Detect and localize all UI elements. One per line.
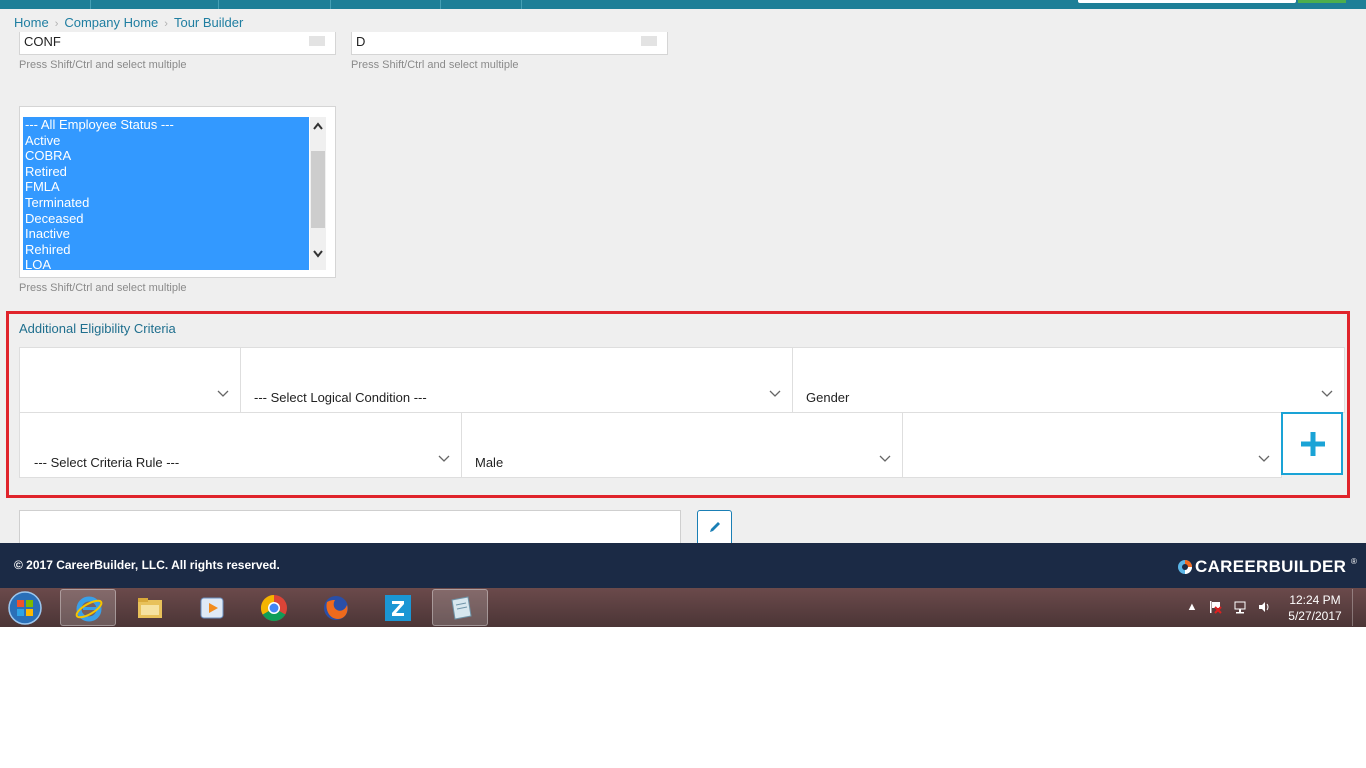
multi-select-1[interactable]: CONF (19, 32, 336, 55)
top-navigation-bar (0, 0, 1366, 9)
section-title: Additional Eligibility Criteria (19, 321, 176, 336)
registered-mark: ® (1351, 557, 1357, 566)
firefox-icon (324, 596, 348, 620)
taskbar-firefox[interactable] (308, 589, 364, 626)
taskbar-notes-app[interactable] (432, 589, 488, 626)
scrollbar[interactable] (309, 36, 325, 46)
field-value: Gender (806, 390, 850, 405)
taskbar-media-player[interactable] (184, 589, 240, 626)
pencil-icon (710, 522, 720, 532)
list-item[interactable]: Rehired (23, 242, 309, 258)
breadcrumb: Home › Company Home › Tour Builder (14, 15, 243, 30)
nav-separator (90, 0, 91, 9)
operator-dropdown[interactable] (19, 347, 241, 413)
chevron-down-icon (438, 455, 450, 462)
internet-explorer-icon (75, 596, 103, 622)
careerbuilder-wordmark: CAREERBUILDER (1195, 557, 1347, 576)
scroll-up-icon[interactable] (310, 117, 326, 135)
field-dropdown[interactable]: Gender (792, 347, 1345, 413)
nav-separator (218, 0, 219, 9)
plus-icon (1301, 432, 1325, 456)
multi-select-1-help: Press Shift/Ctrl and select multiple (19, 59, 187, 71)
windows-start-icon (8, 591, 42, 625)
scroll-down-icon[interactable] (310, 245, 326, 263)
taskbar-file-explorer[interactable] (122, 589, 178, 626)
multi-select-2-value[interactable]: D (356, 34, 365, 49)
taskbar-chrome[interactable] (246, 589, 302, 626)
edit-button[interactable] (697, 510, 732, 546)
clock-time: 12:24 PM (1289, 593, 1341, 607)
taskbar-zoom[interactable] (370, 589, 426, 626)
chrome-icon (260, 594, 287, 622)
action-center-flag-icon[interactable] (1208, 600, 1222, 614)
zoom-z-icon (385, 595, 411, 621)
list-item[interactable]: LOA (23, 257, 309, 270)
breadcrumb-home-link[interactable]: Home (14, 15, 49, 30)
multi-select-2[interactable]: D (351, 32, 668, 55)
list-item[interactable]: COBRA (23, 148, 309, 164)
nav-separator (521, 0, 522, 9)
add-criteria-button[interactable] (1281, 412, 1343, 475)
extra-dropdown[interactable] (902, 412, 1282, 478)
chevron-down-icon (769, 390, 781, 397)
scrollbar[interactable] (641, 36, 657, 46)
chevron-down-icon (1321, 390, 1333, 397)
clock-date: 5/27/2017 (1288, 609, 1342, 623)
breadcrumb-separator-icon: › (54, 18, 59, 30)
scrollbar[interactable] (310, 117, 326, 270)
list-item[interactable]: Deceased (23, 211, 309, 227)
multi-select-2-help: Press Shift/Ctrl and select multiple (351, 59, 519, 71)
list-item[interactable]: Terminated (23, 195, 309, 211)
value-dropdown[interactable]: Male (461, 412, 903, 478)
taskbar-internet-explorer[interactable] (60, 589, 116, 626)
show-hidden-icons-icon[interactable]: ▲ (1185, 600, 1199, 614)
media-player-icon (200, 597, 224, 619)
list-item[interactable]: Retired (23, 164, 309, 180)
employee-status-help: Press Shift/Ctrl and select multiple (19, 282, 187, 294)
value-dropdown-value: Male (475, 455, 504, 470)
list-item[interactable]: --- All Employee Status --- (23, 117, 309, 133)
criteria-rule-dropdown[interactable]: --- Select Criteria Rule --- (19, 412, 462, 478)
search-input[interactable] (1078, 0, 1296, 3)
file-explorer-icon (138, 598, 162, 618)
list-item[interactable]: Inactive (23, 226, 309, 242)
breadcrumb-company-home-link[interactable]: Company Home (64, 15, 158, 30)
employee-status-list[interactable]: --- All Employee Status --- Active COBRA… (23, 117, 309, 270)
nav-separator (330, 0, 331, 9)
volume-icon[interactable] (1257, 600, 1271, 614)
notes-icon (451, 596, 472, 620)
footer: © 2017 CareerBuilder, LLC. All rights re… (0, 543, 1366, 588)
breadcrumb-separator-icon: › (164, 18, 168, 30)
search-button[interactable] (1298, 0, 1346, 3)
chevron-down-icon (1258, 455, 1270, 462)
criteria-rule-value: --- Select Criteria Rule --- (34, 455, 180, 470)
show-desktop-button[interactable] (1352, 589, 1365, 626)
copyright-text: © 2017 CareerBuilder, LLC. All rights re… (14, 558, 280, 572)
windows-taskbar: ▲ 12:24 PM 5/27/2017 (0, 588, 1366, 627)
logical-condition-dropdown[interactable]: --- Select Logical Condition --- (240, 347, 793, 413)
start-button[interactable] (4, 589, 48, 626)
app-window: Home › Company Home › Tour Builder CONF Pres… (0, 0, 1366, 588)
chevron-down-icon (217, 390, 229, 397)
multi-select-1-value[interactable]: CONF (24, 34, 61, 49)
logical-condition-value: --- Select Logical Condition --- (254, 390, 427, 405)
nav-separator (440, 0, 441, 9)
system-clock[interactable]: 12:24 PM 5/27/2017 (1282, 592, 1348, 624)
careerbuilder-logo-icon (1178, 560, 1192, 574)
list-item[interactable]: FMLA (23, 179, 309, 195)
scrollbar-thumb[interactable] (311, 151, 325, 228)
network-icon[interactable] (1233, 600, 1247, 614)
breadcrumb-tour-builder-link[interactable]: Tour Builder (174, 15, 243, 30)
chevron-down-icon (879, 455, 891, 462)
employee-status-select[interactable]: --- All Employee Status --- Active COBRA… (19, 106, 336, 278)
list-item[interactable]: Active (23, 133, 309, 149)
